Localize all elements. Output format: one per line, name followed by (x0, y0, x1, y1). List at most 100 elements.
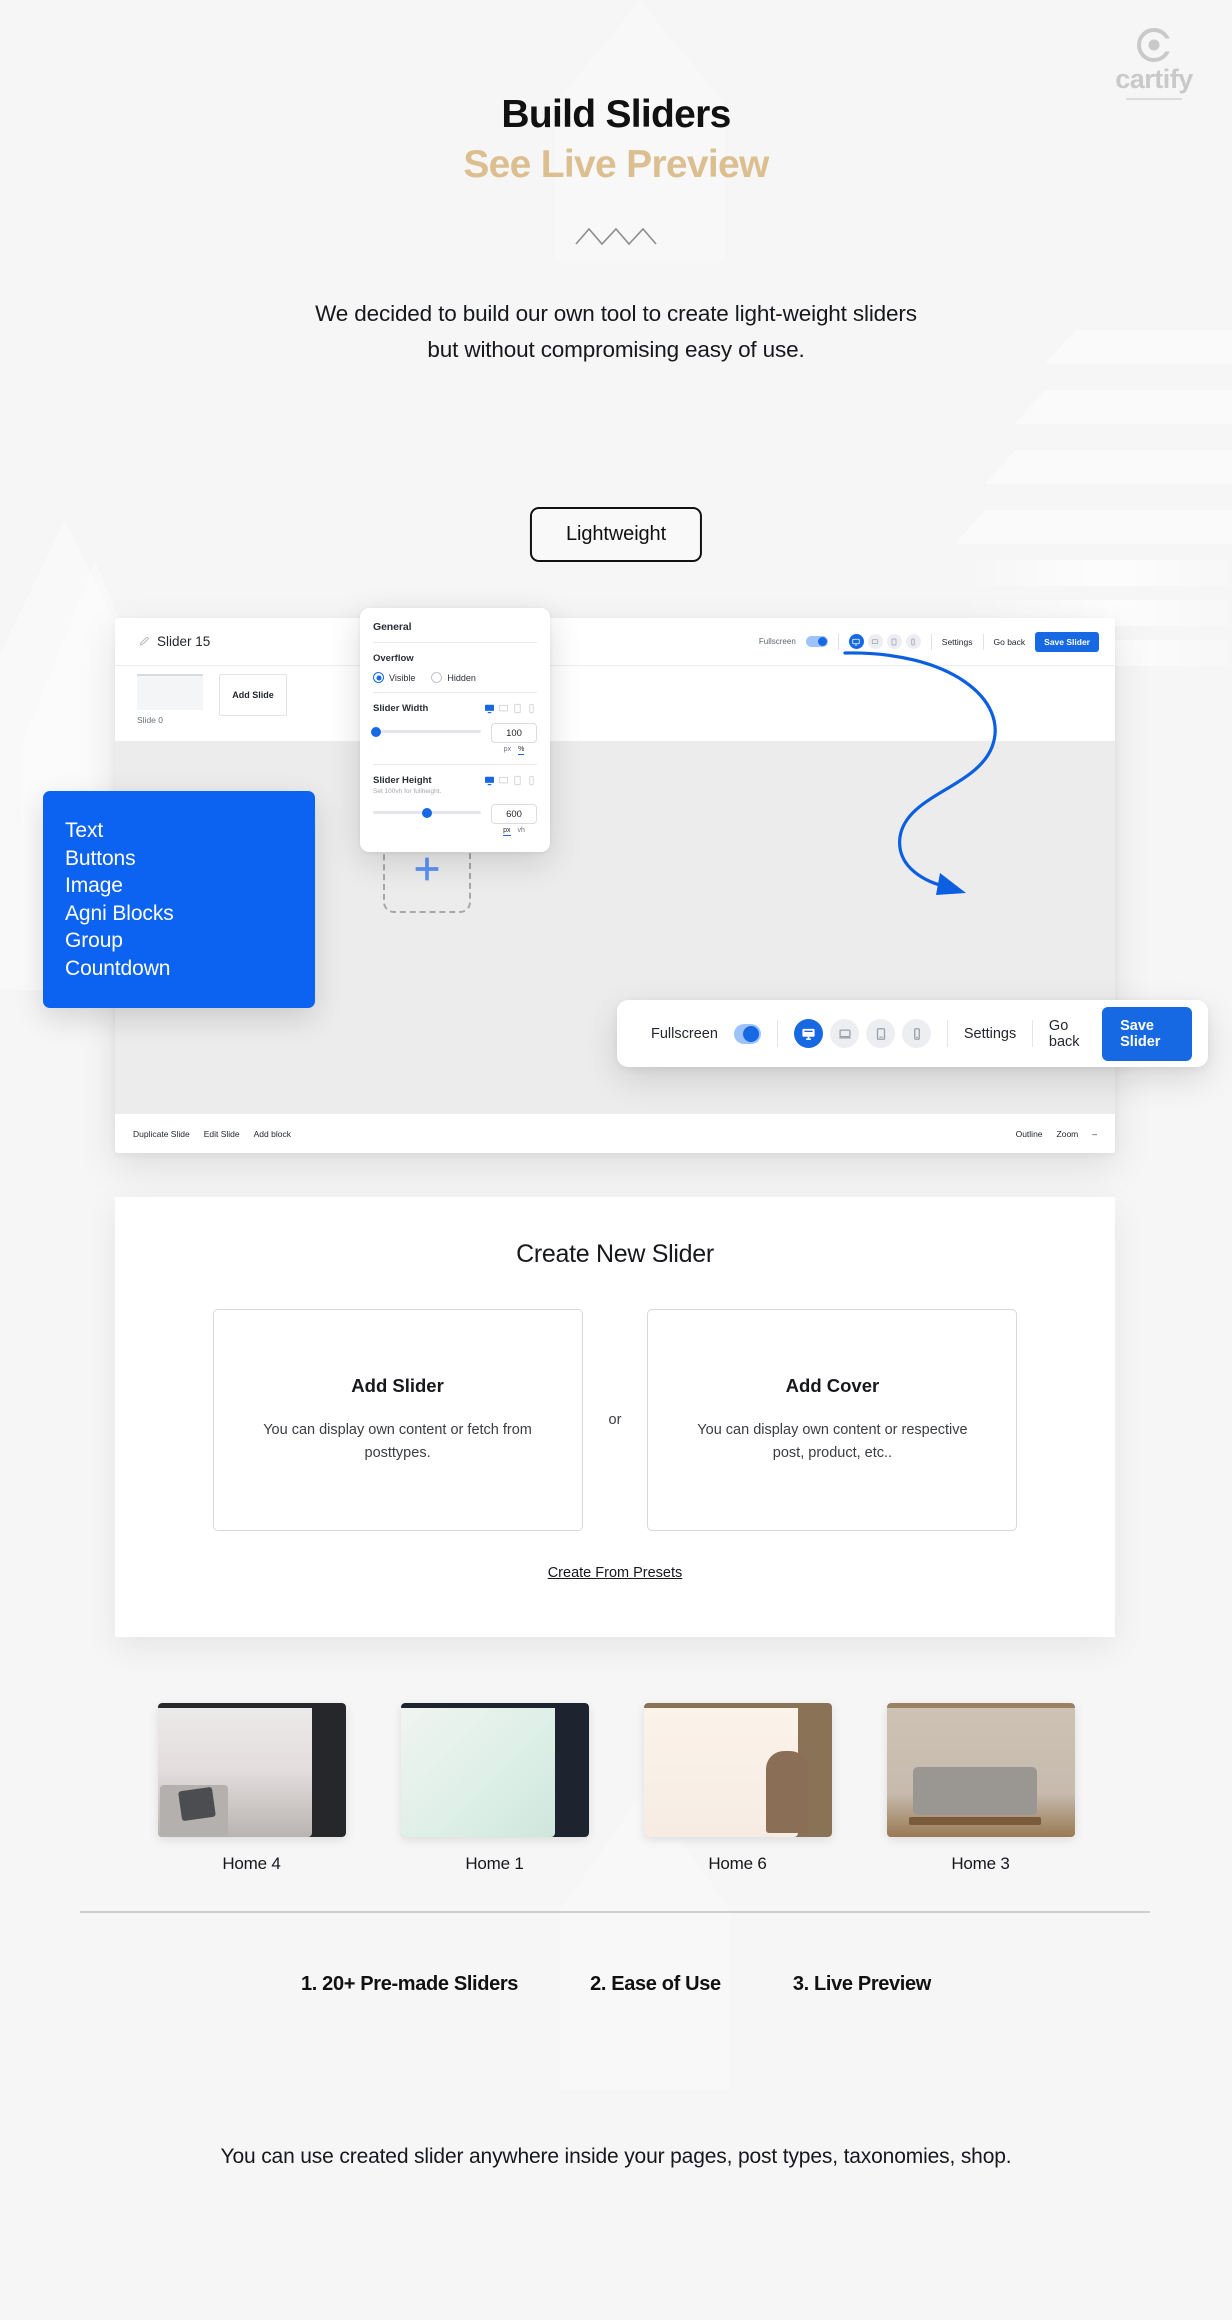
thumbnail-item[interactable]: Home 1 (400, 1703, 589, 1874)
slider-width-head: Slider Width (373, 703, 537, 714)
slider-height-track[interactable] (373, 807, 481, 818)
add-cover-title: Add Cover (785, 1374, 880, 1396)
thumbnail-image (157, 1703, 346, 1837)
thumbnail-photo (400, 1708, 555, 1837)
preset-thumbnails-row: Home 4 Home 1 Home 6 Home 3 (0, 1703, 1232, 1874)
pencil-icon (139, 636, 149, 646)
settings-link[interactable]: Settings (942, 637, 973, 647)
unit-vh[interactable]: vh (518, 827, 525, 836)
unit-percent[interactable]: % (518, 746, 525, 755)
thumbnail-photo-detail (912, 1767, 1037, 1815)
tablet-icon[interactable] (886, 634, 902, 649)
block-item-buttons[interactable]: Buttons (65, 845, 315, 873)
plus-icon (415, 857, 439, 881)
zoom-caret-icon[interactable]: – (1092, 1129, 1097, 1139)
mobile-icon[interactable] (526, 775, 537, 786)
laptop-icon[interactable] (498, 703, 509, 714)
panel-divider-3 (373, 764, 537, 765)
add-slider-option[interactable]: Add Slider You can display own content o… (212, 1309, 583, 1531)
thumbnail-image (886, 1703, 1075, 1837)
block-item-image[interactable]: Image (65, 872, 315, 900)
laptop-icon[interactable] (498, 775, 509, 786)
slider-height-input[interactable]: 600 (491, 804, 537, 824)
block-item-agni-blocks[interactable]: Agni Blocks (65, 900, 315, 928)
thumbnail-photo-detail (765, 1751, 808, 1833)
slide-caption: Slide 0 (137, 715, 163, 725)
footer-description: You can use created slider anywhere insi… (0, 2140, 1232, 2174)
add-cover-option[interactable]: Add Cover You can display own content or… (647, 1309, 1018, 1531)
slider-title-group[interactable]: Slider 15 (139, 634, 210, 649)
thumbnail-label: Home 4 (222, 1854, 281, 1873)
add-cover-description: You can display own content or respectiv… (697, 1421, 968, 1461)
save-slider-button-large[interactable]: Save Slider (1102, 1006, 1192, 1061)
tablet-icon[interactable] (512, 703, 523, 714)
duplicate-slide-button[interactable]: Duplicate Slide (133, 1129, 190, 1139)
overflow-option-hidden[interactable]: Hidden (431, 672, 476, 683)
go-back-link-large[interactable]: Go back (1049, 1018, 1086, 1050)
mobile-icon[interactable] (902, 1019, 932, 1048)
bottom-left-actions: Duplicate Slide Edit Slide Add block (133, 1129, 291, 1139)
bg-diagonal-3 (984, 450, 1232, 484)
mobile-icon[interactable] (905, 634, 921, 649)
or-separator-label: or (608, 1412, 622, 1428)
tablet-icon[interactable] (512, 775, 523, 786)
unit-px[interactable]: px (504, 746, 511, 755)
bottom-right-actions: Outline Zoom – (1016, 1129, 1097, 1139)
thumbnail-label: Home 1 (465, 1854, 524, 1873)
unit-px[interactable]: px (503, 827, 511, 836)
edit-slide-button[interactable]: Edit Slide (204, 1129, 240, 1139)
laptop-icon[interactable] (830, 1019, 860, 1048)
toolbar-divider-large-2 (947, 1020, 948, 1047)
general-panel-title: General (373, 621, 412, 633)
thumbnail-photo-detail-2 (177, 1786, 216, 1822)
thumbnail-item[interactable]: Home 4 (157, 1703, 346, 1874)
app-bottom-bar: Duplicate Slide Edit Slide Add block Out… (115, 1113, 1115, 1153)
slider-height-head: Slider Height Set 100vh for fullheight. (373, 775, 537, 795)
slide-item[interactable]: Slide 0 (137, 674, 203, 725)
feature-item-2: 2. Ease of Use (590, 1973, 721, 1995)
thumbnail-item[interactable]: Home 6 (643, 1703, 832, 1874)
overflow-label: Overflow (373, 653, 414, 664)
create-options-row: Add Slider You can display own content o… (115, 1309, 1115, 1531)
toolbar-divider-large-3 (1032, 1020, 1033, 1047)
features-list: 1. 20+ Pre-made Sliders 2. Ease of Use 3… (0, 1973, 1232, 1996)
block-item-countdown[interactable]: Countdown (65, 955, 315, 983)
slider-width-knob[interactable] (371, 726, 382, 737)
slider-height-label: Slider Height (373, 775, 432, 786)
desktop-icon[interactable] (794, 1019, 824, 1048)
fullscreen-toggle-large[interactable] (733, 1023, 762, 1044)
mobile-icon[interactable] (526, 703, 537, 714)
slider-width-input[interactable]: 100 (491, 723, 537, 743)
thumbnail-item[interactable]: Home 3 (886, 1703, 1075, 1874)
block-item-group[interactable]: Group (65, 927, 315, 955)
add-slide-button[interactable]: Add Slide (219, 674, 287, 716)
add-slider-title: Add Slider (351, 1374, 444, 1396)
save-slider-button[interactable]: Save Slider (1035, 631, 1099, 652)
page-root: cartify Build Sliders See Live Preview W… (0, 0, 1232, 2320)
toolbar-divider (837, 633, 839, 650)
desktop-icon[interactable] (848, 634, 864, 649)
app-mini-toolbar: Fullscreen Settings Go back Save Slider (759, 631, 1099, 652)
desktop-icon[interactable] (484, 703, 495, 714)
outline-button[interactable]: Outline (1016, 1129, 1043, 1139)
fullscreen-toggle[interactable] (805, 636, 828, 647)
block-item-text[interactable]: Text (65, 817, 315, 845)
device-switcher-large (794, 1019, 932, 1048)
overflow-option-visible[interactable]: Visible (373, 672, 415, 683)
slider-height-label-group: Slider Height Set 100vh for fullheight. (373, 775, 441, 795)
slider-height-units: px vh (491, 827, 537, 836)
thumbnail-image (643, 1703, 832, 1837)
zoom-button[interactable]: Zoom (1057, 1129, 1079, 1139)
laptop-icon[interactable] (867, 634, 883, 649)
page-title: Build Sliders (501, 93, 731, 136)
create-from-presets-link[interactable]: Create From Presets (115, 1565, 1115, 1581)
desktop-icon[interactable] (484, 775, 495, 786)
settings-link-large[interactable]: Settings (964, 1026, 1016, 1042)
go-back-link[interactable]: Go back (994, 637, 1026, 647)
tablet-icon[interactable] (866, 1019, 896, 1048)
add-block-button[interactable]: Add block (254, 1129, 291, 1139)
slider-height-knob[interactable] (422, 807, 432, 818)
slide-strip: Slide 0 Add Slide (115, 666, 1115, 725)
slider-width-track[interactable] (371, 726, 481, 737)
create-new-slider-card: Create New Slider Add Slider You can dis… (115, 1197, 1115, 1637)
